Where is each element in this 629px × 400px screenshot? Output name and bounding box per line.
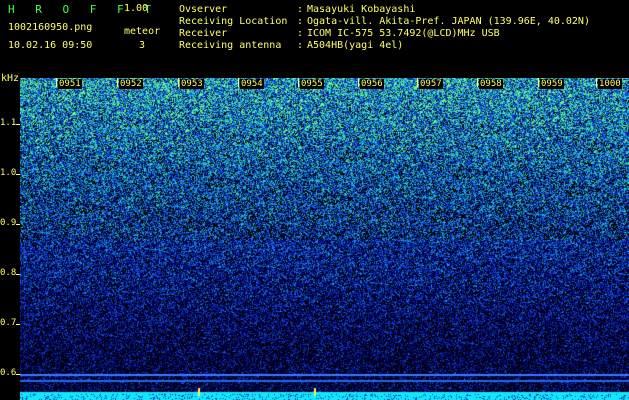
meteor-count: 3 bbox=[139, 40, 146, 51]
frequency-tick-label: 1.1 bbox=[0, 118, 17, 128]
time-tick-label: 0959 bbox=[540, 79, 564, 89]
file-name: 1002160950.png bbox=[8, 22, 93, 33]
time-tick-mark bbox=[178, 78, 179, 87]
time-tick-mark bbox=[477, 78, 478, 87]
info-key: Receiving antenna bbox=[179, 40, 282, 51]
time-tick-label: 0952 bbox=[119, 79, 143, 89]
time-tick-label: 0955 bbox=[300, 79, 324, 89]
frequency-tick-label: 0.8 bbox=[0, 268, 17, 278]
frequency-tick-label: 0.9 bbox=[0, 218, 17, 228]
time-tick-mark bbox=[596, 78, 597, 87]
time-tick-mark bbox=[358, 78, 359, 87]
info-separator: : bbox=[297, 16, 304, 27]
info-key: Ovserver bbox=[179, 4, 228, 15]
time-tick-label: 0951 bbox=[58, 79, 82, 89]
frequency-unit-label: kHz bbox=[1, 73, 20, 84]
time-tick-label: 0954 bbox=[240, 79, 264, 89]
info-value: Masayuki Kobayashi bbox=[307, 4, 416, 15]
frequency-tick-mark bbox=[16, 324, 20, 325]
frequency-tick-label: 0.7 bbox=[0, 318, 17, 328]
station-info: Ovserver: Masayuki Kobayashi Receiving Lo… bbox=[179, 4, 590, 52]
time-tick-mark bbox=[417, 78, 418, 87]
frequency-tick-label: 0.6 bbox=[0, 368, 17, 378]
time-tick-label: 0957 bbox=[419, 79, 443, 89]
time-tick-mark bbox=[117, 78, 118, 87]
frequency-tick-mark bbox=[16, 374, 20, 375]
info-separator: : bbox=[297, 40, 304, 51]
time-tick-label: 0953 bbox=[180, 79, 204, 89]
info-value: Ogata-vill. Akita-Pref. JAPAN (139.96E, … bbox=[307, 16, 590, 27]
info-value: A504HB(yagi 4el) bbox=[307, 40, 404, 51]
date-time: 10.02.16 09:50 bbox=[8, 40, 93, 51]
app-version: 1.00 bbox=[124, 3, 149, 14]
frequency-tick-label: 1.0 bbox=[0, 168, 17, 178]
time-tick-label: 0958 bbox=[479, 79, 503, 89]
info-row-receiver: Receiver: ICOM IC-575 53.7492(@LCD)MHz US… bbox=[179, 28, 590, 40]
header-panel: H R O F F T 1.00 1002160950.png 10.02.16… bbox=[0, 0, 629, 78]
time-tick-mark bbox=[298, 78, 299, 87]
time-tick-mark bbox=[538, 78, 539, 87]
frequency-tick-mark bbox=[16, 224, 20, 225]
info-row-location: Receiving Location: Ogata-vill. Akita-Pre… bbox=[179, 16, 590, 28]
frequency-tick-mark bbox=[16, 274, 20, 275]
time-tick-label: 1000 bbox=[598, 79, 622, 89]
frequency-tick-mark bbox=[16, 174, 20, 175]
info-separator: : bbox=[297, 4, 304, 15]
info-key: Receiver bbox=[179, 28, 228, 39]
info-separator: : bbox=[297, 28, 304, 39]
info-key: Receiving Location bbox=[179, 16, 288, 27]
info-row-antenna: Receiving antenna: A504HB(yagi 4el) bbox=[179, 40, 590, 52]
frequency-tick-mark bbox=[16, 124, 20, 125]
spectrogram-canvas bbox=[20, 78, 629, 400]
time-tick-label: 0956 bbox=[360, 79, 384, 89]
time-tick-mark bbox=[56, 78, 57, 87]
info-value: ICOM IC-575 53.7492(@LCD)MHz USB bbox=[307, 28, 500, 39]
meteor-label: meteor bbox=[124, 26, 161, 37]
time-tick-mark bbox=[238, 78, 239, 87]
info-row-observer: Ovserver: Masayuki Kobayashi bbox=[179, 4, 590, 16]
